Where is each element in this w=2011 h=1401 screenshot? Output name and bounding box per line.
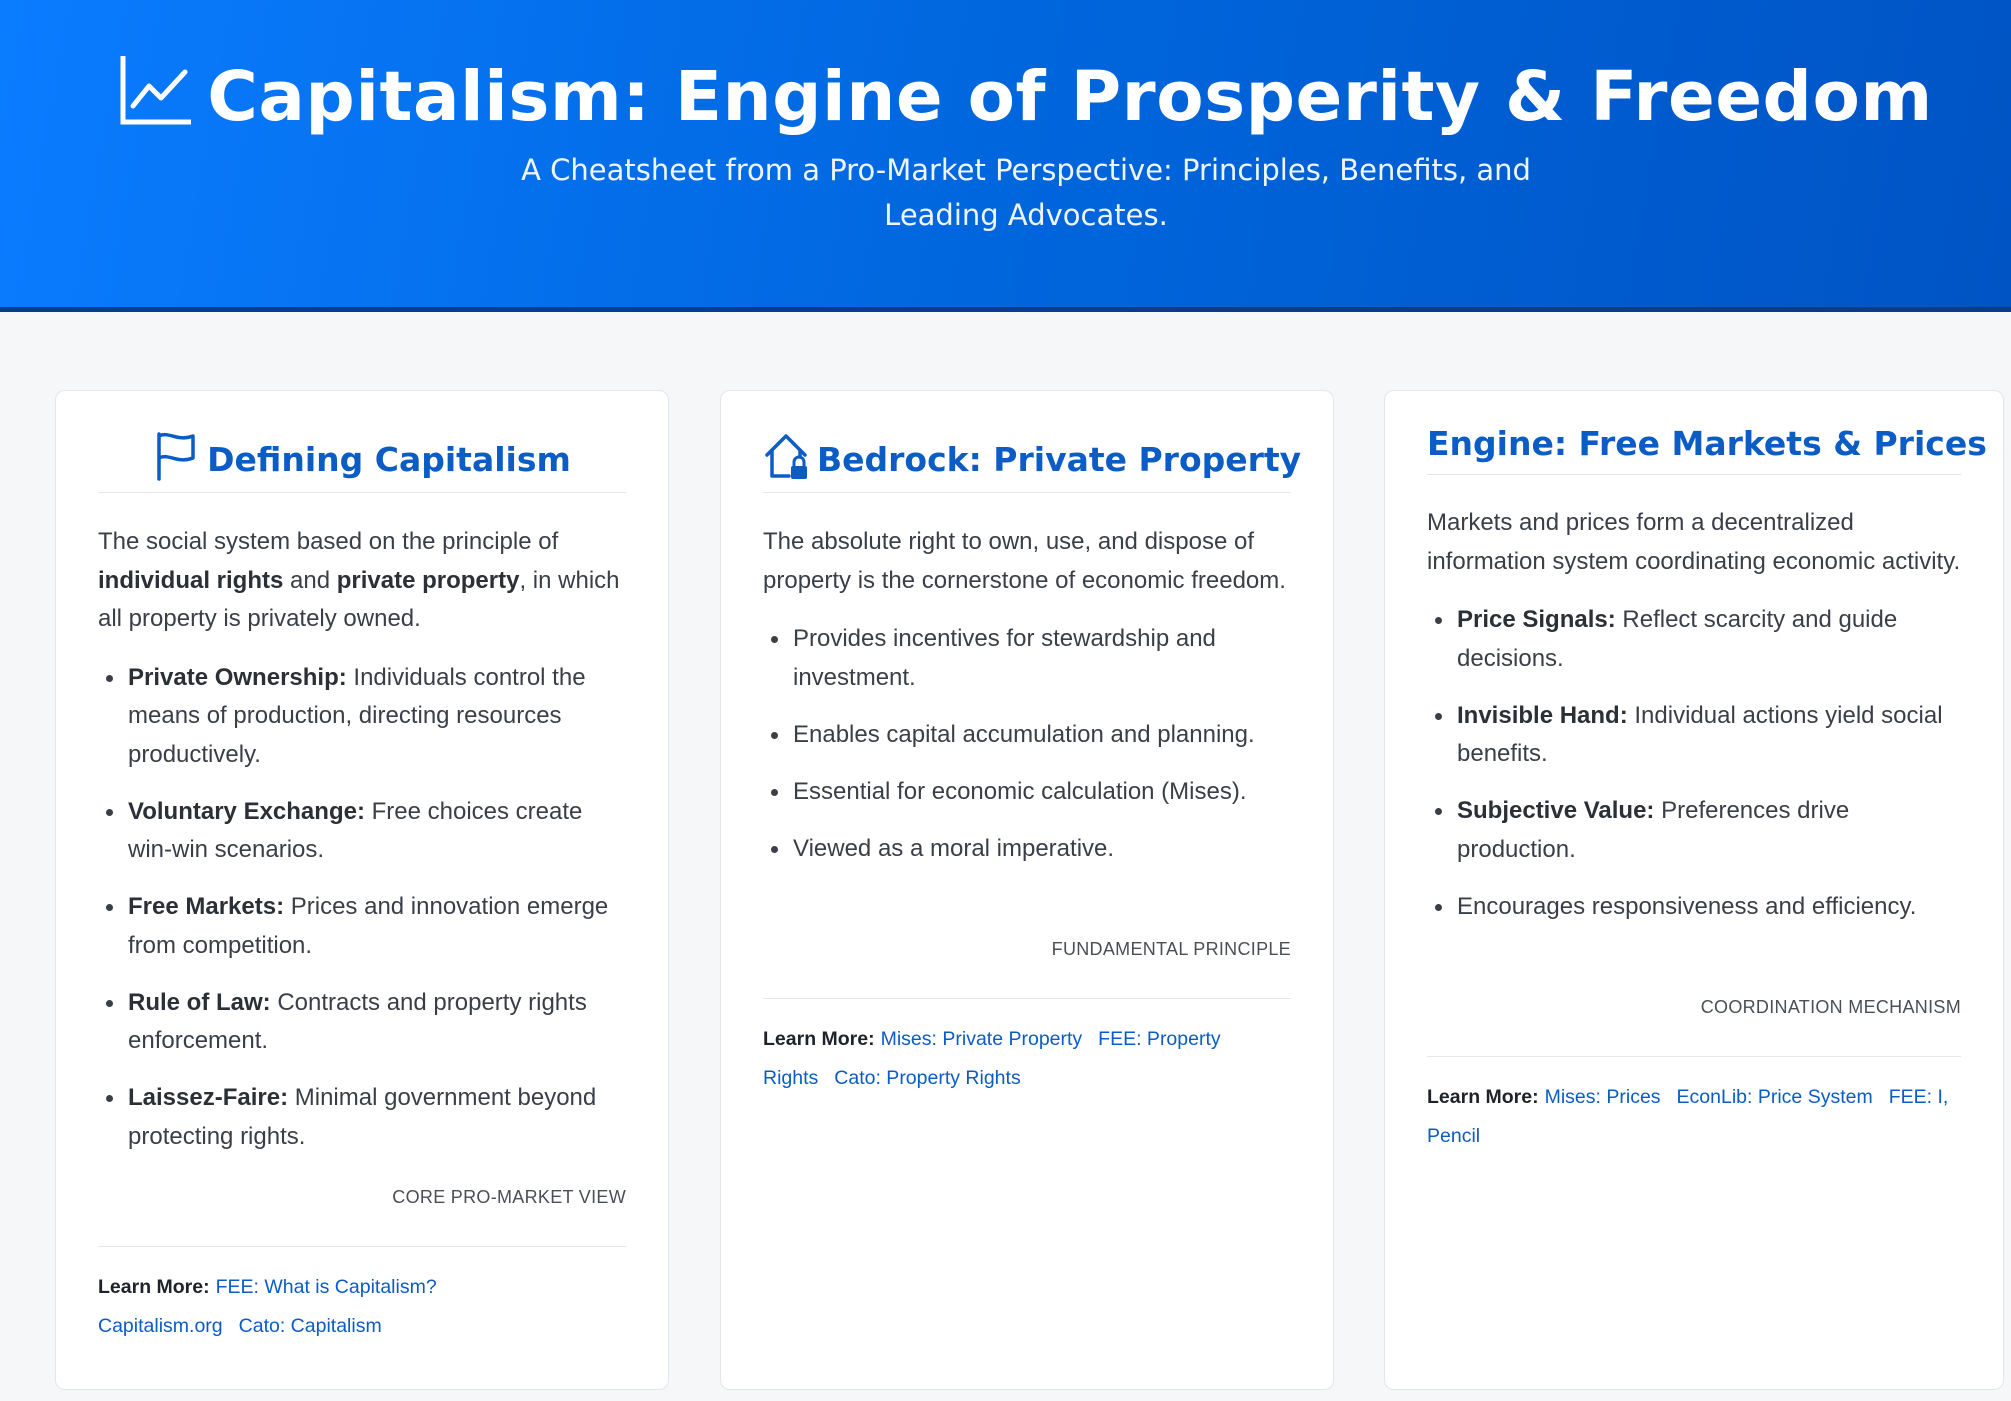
chart-line-icon xyxy=(120,56,192,125)
intro-emphasis: individual rights xyxy=(98,566,284,594)
list-item-term: Free Markets: xyxy=(128,893,285,920)
link-cato-capitalism[interactable]: Cato: Capitalism xyxy=(239,1315,382,1337)
link-econlib-price-system[interactable]: EconLib: Price System xyxy=(1677,1086,1873,1108)
card-title-text: Defining Capitalism xyxy=(207,440,571,479)
list-item-text: Provides incentives for stewardship and … xyxy=(793,625,1216,691)
list-item: Viewed as a moral imperative. xyxy=(771,830,1297,869)
link-mises-prices[interactable]: Mises: Prices xyxy=(1545,1086,1661,1108)
list-item-term: Private Ownership: xyxy=(128,663,347,691)
card-body: Markets and prices form a decentralized … xyxy=(1427,504,1967,945)
list-item: Subjective Value: Preferences drive prod… xyxy=(1435,792,1967,869)
list-item: Encourages responsiveness and efficiency… xyxy=(1435,888,1967,927)
house-lock-icon xyxy=(765,434,807,479)
card-body: The absolute right to own, use, and disp… xyxy=(763,523,1297,887)
card-tag: FUNDAMENTAL PRINCIPLE xyxy=(1051,939,1291,959)
list-item-term: Rule of Law: xyxy=(128,988,271,1016)
list-item: Invisible Hand: Individual actions yield… xyxy=(1435,697,1967,774)
list-item-term: Subjective Value: xyxy=(1457,797,1655,824)
list-item: Voluntary Exchange: Free choices create … xyxy=(106,793,632,870)
list-item: Laissez-Faire: Minimal government beyond… xyxy=(106,1079,632,1156)
list-item: Enables capital accumulation and plannin… xyxy=(771,716,1297,755)
learn-more-label: Learn More: xyxy=(763,1028,875,1050)
card-tag: CORE PRO-MARKET VIEW xyxy=(392,1187,626,1207)
bullet-list: Provides incentives for stewardship and … xyxy=(763,620,1297,868)
link-mises-private-property[interactable]: Mises: Private Property xyxy=(881,1028,1083,1050)
intro-text: The social system based on the principle… xyxy=(98,528,559,555)
card-body: The social system based on the principle… xyxy=(98,523,632,1175)
list-item-text: Encourages responsiveness and efficiency… xyxy=(1457,892,1917,920)
card-title-text: Bedrock: Private Property xyxy=(817,440,1302,479)
link-capitalism-org[interactable]: Capitalism.org xyxy=(98,1315,223,1337)
list-item-text: Essential for economic calculation (Mise… xyxy=(793,777,1247,805)
learn-more-label: Learn More: xyxy=(98,1276,210,1298)
card-free-markets: Engine: Free Markets & Prices Markets an… xyxy=(1384,390,2004,1390)
card-title: Defining Capitalism xyxy=(98,431,626,493)
link-fee-what-is-capitalism[interactable]: FEE: What is Capitalism? xyxy=(216,1276,437,1298)
bullet-list: Price Signals: Reflect scarcity and guid… xyxy=(1427,601,1967,926)
card-private-property: Bedrock: Private Property The absolute r… xyxy=(720,390,1334,1390)
page-header: Capitalism: Engine of Prosperity & Freed… xyxy=(0,0,2011,312)
list-item-term: Price Signals: xyxy=(1457,606,1616,633)
list-item: Price Signals: Reflect scarcity and guid… xyxy=(1435,601,1967,678)
learn-more: Learn More: Mises: Prices EconLib: Price S… xyxy=(1427,1078,1961,1156)
card-intro: The social system based on the principle… xyxy=(98,523,632,639)
divider xyxy=(98,1246,626,1247)
card-defining-capitalism: Defining Capitalism The social system ba… xyxy=(55,390,669,1390)
page-title-text: Capitalism: Engine of Prosperity & Freed… xyxy=(207,57,1933,137)
list-item: Free Markets: Prices and innovation emer… xyxy=(106,888,632,965)
page-title: Capitalism: Engine of Prosperity & Freed… xyxy=(0,52,2011,142)
learn-more-label: Learn More: xyxy=(1427,1086,1539,1108)
list-item-term: Invisible Hand: xyxy=(1457,701,1628,729)
card-title: Bedrock: Private Property xyxy=(763,431,1301,493)
intro-emphasis: private property xyxy=(336,566,520,594)
intro-text: and xyxy=(283,566,337,594)
list-item: Private Ownership: Individuals control t… xyxy=(106,659,632,775)
card-tag: COORDINATION MECHANISM xyxy=(1700,997,1961,1017)
link-cato-property-rights[interactable]: Cato: Property Rights xyxy=(834,1067,1020,1089)
list-item-term: Voluntary Exchange: xyxy=(128,797,365,825)
flag-icon xyxy=(157,432,195,481)
list-item: Provides incentives for stewardship and … xyxy=(771,620,1297,697)
list-item: Rule of Law: Contracts and property righ… xyxy=(106,984,632,1061)
learn-more: Learn More: FEE: What is Capitalism? Capit… xyxy=(98,1268,626,1346)
divider xyxy=(763,998,1291,999)
list-item-text: Enables capital accumulation and plannin… xyxy=(793,720,1255,748)
page-subtitle: A Cheatsheet from a Pro-Market Perspecti… xyxy=(521,153,1531,232)
card-intro: The absolute right to own, use, and disp… xyxy=(763,528,1286,594)
list-item: Essential for economic calculation (Mise… xyxy=(771,773,1297,812)
card-title-text: Engine: Free Markets & Prices xyxy=(1427,424,1987,463)
divider xyxy=(1427,1056,1961,1057)
learn-more: Learn More: Mises: Private Property FEE: P… xyxy=(763,1020,1291,1098)
list-item-term: Laissez-Faire: xyxy=(128,1084,289,1111)
card-title: Engine: Free Markets & Prices xyxy=(1427,424,1987,475)
bullet-list: Private Ownership: Individuals control t… xyxy=(98,659,632,1157)
list-item-text: Viewed as a moral imperative. xyxy=(793,834,1115,862)
card-intro: Markets and prices form a decentralized … xyxy=(1427,509,1961,575)
